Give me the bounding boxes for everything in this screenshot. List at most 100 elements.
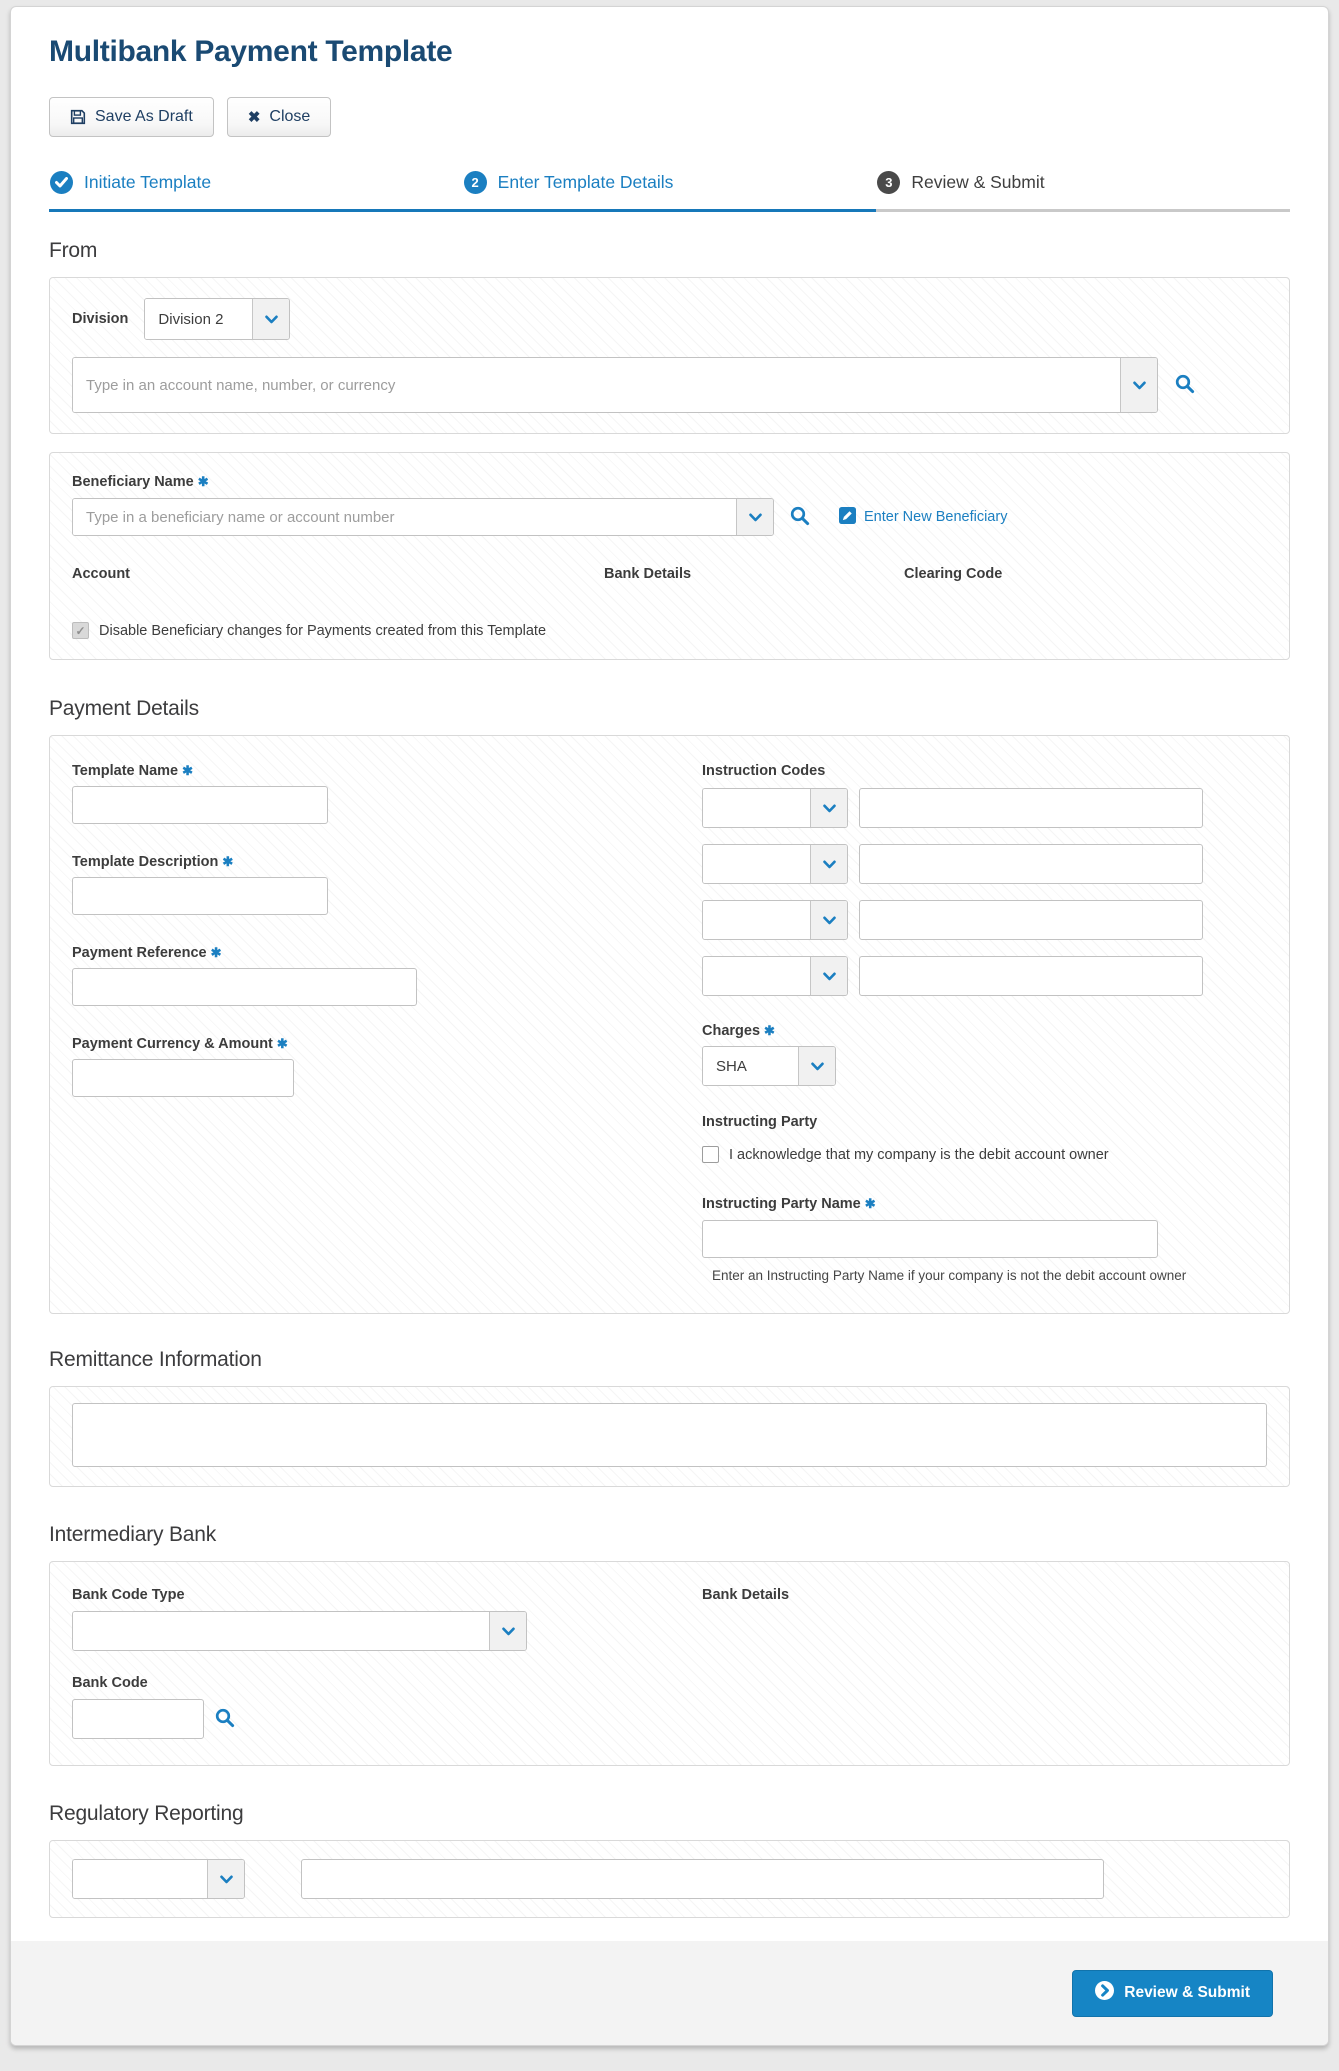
review-submit-label: Review & Submit [1124, 1984, 1250, 2001]
step-3-badge: 3 [877, 171, 901, 194]
chevron-down-icon[interactable] [798, 1047, 835, 1085]
regulatory-code-selected-value [73, 1860, 207, 1898]
bank-code-label: Bank Code [72, 1675, 148, 1691]
bank-code-search-button[interactable] [214, 1707, 235, 1731]
step-complete-check-icon [50, 171, 73, 194]
division-selected-value: Division 2 [145, 299, 253, 339]
instruction-code-select[interactable] [702, 844, 848, 884]
beneficiary-columns-header: Account Bank Details Clearing Code [72, 566, 1267, 582]
column-header-clearing-code: Clearing Code [904, 566, 1003, 582]
intermediary-bank-heading: Intermediary Bank [49, 1523, 217, 1546]
step-enter-template-details[interactable]: 2 Enter Template Details [462, 171, 877, 212]
account-search-button[interactable] [1174, 373, 1195, 397]
required-asterisk: ✱ [197, 474, 209, 489]
from-panel: Division Division 2 [49, 277, 1290, 434]
payment-details-right-column: Instruction Codes Charges ✱ SHA Instruct… [702, 762, 1267, 1283]
step-label: Review & Submit [911, 172, 1045, 192]
column-header-bank-details: Bank Details [604, 566, 692, 582]
chevron-down-icon[interactable] [207, 1860, 244, 1898]
arrow-right-circle-icon [1095, 1981, 1115, 2005]
account-search-input[interactable] [73, 358, 1120, 412]
chevron-down-icon[interactable] [810, 957, 847, 995]
chevron-down-icon[interactable] [810, 845, 847, 883]
required-asterisk: ✱ [864, 1196, 876, 1211]
instructing-party-hint: Enter an Instructing Party Name if your … [712, 1268, 1187, 1283]
bank-code-type-selected-value [73, 1612, 489, 1650]
search-icon [1174, 373, 1195, 397]
step-initiate-template[interactable]: Initiate Template [49, 171, 463, 212]
charges-select[interactable]: SHA [702, 1046, 836, 1086]
close-icon: ✖ [247, 109, 261, 126]
template-description-input[interactable] [72, 877, 328, 915]
chevron-down-icon[interactable] [810, 901, 847, 939]
remittance-information-textarea[interactable] [72, 1403, 1267, 1467]
edit-pencil-icon [839, 506, 856, 528]
disable-beneficiary-checkbox: ✓ [72, 622, 89, 639]
account-search-combo [72, 357, 1158, 413]
instruction-code-detail-input[interactable] [859, 844, 1203, 884]
intermediary-bank-panel: Bank Code Type Bank Code Bank Details [49, 1561, 1290, 1766]
instruction-code-row [702, 956, 1267, 996]
beneficiary-search-button[interactable] [789, 505, 810, 529]
instruction-code-selected-value [703, 957, 810, 995]
bank-code-type-label: Bank Code Type [72, 1587, 185, 1603]
instruction-code-select[interactable] [702, 956, 848, 996]
required-asterisk: ✱ [222, 854, 234, 869]
payment-currency-amount-label: Payment Currency & Amount ✱ [72, 1036, 288, 1052]
save-as-draft-button[interactable]: Save As Draft [49, 97, 214, 137]
chevron-down-icon[interactable] [1120, 358, 1157, 412]
instruction-code-row [702, 788, 1267, 828]
chevron-down-icon[interactable] [810, 789, 847, 827]
step-review-submit[interactable]: 3 Review & Submit [876, 171, 1291, 212]
intermediary-bank-details-label: Bank Details [702, 1587, 790, 1603]
instruction-code-row [702, 900, 1267, 940]
required-asterisk: ✱ [210, 945, 222, 960]
intermediary-right-column: Bank Details [702, 1586, 1267, 1739]
bank-code-input[interactable] [72, 1699, 204, 1739]
column-header-account: Account [72, 566, 130, 582]
floppy-disk-icon [70, 109, 86, 125]
payment-currency-amount-input[interactable] [72, 1059, 294, 1097]
chevron-down-icon[interactable] [252, 299, 290, 339]
instructing-party-name-label: Instructing Party Name ✱ [702, 1196, 876, 1212]
footer-action-bar: Review & Submit [11, 1941, 1328, 2045]
page-card: Multibank Payment Template Save As Draft… [10, 6, 1329, 2046]
required-asterisk: ✱ [182, 763, 194, 778]
beneficiary-panel: Beneficiary Name✱ Ente [49, 452, 1290, 660]
review-submit-button[interactable]: Review & Submit [1072, 1969, 1273, 2017]
instruction-code-selected-value [703, 789, 810, 827]
remittance-panel [49, 1386, 1290, 1487]
wizard-steps: Initiate Template 2 Enter Template Detai… [49, 171, 1291, 212]
search-icon [789, 505, 810, 529]
chevron-down-icon[interactable] [489, 1612, 526, 1650]
regulatory-reporting-heading: Regulatory Reporting [49, 1802, 244, 1825]
instruction-code-select[interactable] [702, 788, 848, 828]
payment-details-heading: Payment Details [49, 697, 199, 720]
beneficiary-name-label: Beneficiary Name ✱ [72, 474, 209, 490]
template-name-input[interactable] [72, 786, 328, 824]
instructing-party-name-input[interactable] [702, 1220, 1158, 1258]
search-icon [214, 1707, 235, 1731]
close-label: Close [269, 108, 311, 125]
acknowledge-debit-owner-checkbox[interactable] [702, 1146, 719, 1163]
beneficiary-search-combo [72, 498, 774, 536]
instruction-codes-label: Instruction Codes [702, 763, 826, 779]
chevron-down-icon[interactable] [736, 499, 773, 535]
regulatory-code-select[interactable] [72, 1859, 245, 1899]
page-title: Multibank Payment Template [49, 35, 453, 68]
instruction-code-detail-input[interactable] [859, 956, 1203, 996]
regulatory-details-input[interactable] [301, 1859, 1104, 1899]
template-name-label: Template Name ✱ [72, 763, 194, 779]
instruction-code-select[interactable] [702, 900, 848, 940]
payment-reference-input[interactable] [72, 968, 417, 1006]
charges-label: Charges ✱ [702, 1023, 775, 1039]
acknowledge-debit-owner-label: I acknowledge that my company is the deb… [729, 1146, 1109, 1163]
instruction-code-detail-input[interactable] [859, 900, 1203, 940]
enter-new-beneficiary-link[interactable]: Enter New Beneficiary [839, 506, 1007, 528]
division-select[interactable]: Division 2 [144, 298, 291, 340]
beneficiary-search-input[interactable] [73, 499, 736, 535]
instruction-code-detail-input[interactable] [859, 788, 1203, 828]
instructing-party-label: Instructing Party [702, 1114, 818, 1130]
bank-code-type-select[interactable] [72, 1611, 527, 1651]
close-button[interactable]: ✖ Close [226, 97, 332, 137]
